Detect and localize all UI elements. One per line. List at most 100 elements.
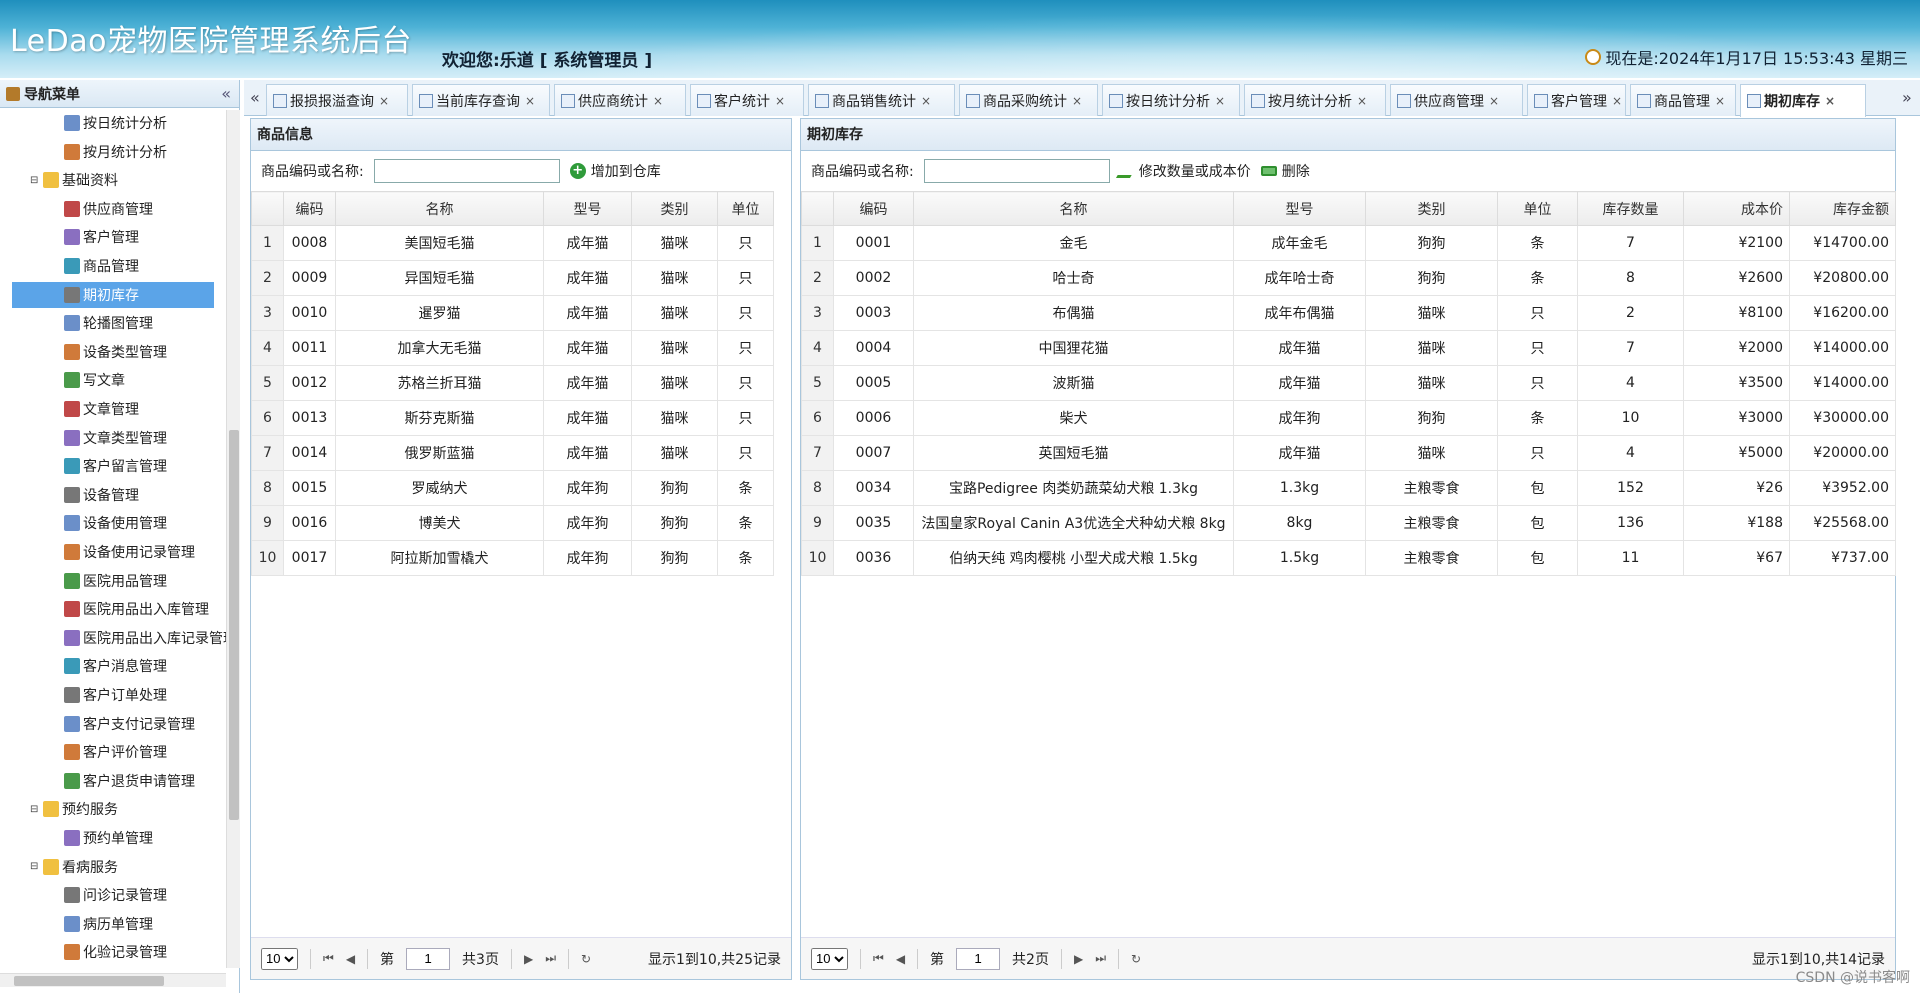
table-row[interactable]: 6 0006 柴犬 成年狗 狗狗条 10 ¥3000 ¥30000.00 bbox=[801, 400, 1896, 436]
sidebar-item[interactable]: 文章类型管理 bbox=[12, 425, 167, 451]
tab[interactable]: 供应商统计 × bbox=[554, 84, 686, 116]
column-header[interactable]: 库存数量 bbox=[1577, 191, 1684, 226]
sidebar-item[interactable]: 医院用品管理 bbox=[12, 568, 167, 594]
sidebar-item[interactable]: 医院用品出入库记录管理 bbox=[12, 625, 226, 651]
edit-quantity-button[interactable]: 修改数量或成本价 bbox=[1115, 161, 1251, 181]
table-row[interactable]: 4 0011 加拿大无毛猫 成年猫 猫咪只 bbox=[251, 330, 774, 366]
tab-close-icon[interactable]: × bbox=[1357, 94, 1367, 108]
table-row[interactable]: 8 0034 宝路Pedigree 肉类奶蔬菜幼犬粮 1.3kg 1.3kg 主粮零食包… bbox=[801, 470, 1896, 506]
tab[interactable]: 按月统计分析 × bbox=[1244, 84, 1386, 116]
table-row[interactable]: 9 0035 法国皇家Royal Canin A3优选全犬种幼犬粮 8kg 8kg 主粮… bbox=[801, 505, 1896, 541]
tab[interactable]: 按日统计分析 × bbox=[1102, 84, 1240, 116]
sidebar-vertical-scrollbar[interactable] bbox=[226, 110, 240, 968]
column-header[interactable]: 库存金额 bbox=[1789, 191, 1896, 226]
table-row[interactable]: 9 0016 博美犬 成年狗 狗狗条 bbox=[251, 505, 774, 541]
column-header[interactable]: 编码 bbox=[833, 191, 914, 226]
column-header[interactable]: 名称 bbox=[913, 191, 1234, 226]
stock-search-input[interactable] bbox=[923, 159, 1110, 183]
tab-close-icon[interactable]: × bbox=[525, 94, 535, 108]
refresh-icon[interactable]: ↻ bbox=[581, 952, 591, 966]
tab-close-icon[interactable]: × bbox=[1072, 94, 1082, 108]
refresh-icon[interactable]: ↻ bbox=[1131, 952, 1141, 966]
column-header[interactable]: 型号 bbox=[543, 191, 632, 226]
sidebar-item[interactable]: 客户消息管理 bbox=[12, 653, 167, 679]
prev-page-icon[interactable]: ◀ bbox=[346, 952, 355, 966]
column-header[interactable]: 单位 bbox=[717, 191, 774, 226]
table-row[interactable]: 5 0012 苏格兰折耳猫 成年猫 猫咪只 bbox=[251, 365, 774, 401]
table-row[interactable]: 2 0009 异国短毛猫 成年猫 猫咪只 bbox=[251, 260, 774, 296]
table-row[interactable]: 10 0036 伯纳天纯 鸡肉樱桃 小型犬成犬粮 1.5kg 1.5kg 主粮零食包 11… bbox=[801, 540, 1896, 576]
page-size-select[interactable]: 10 bbox=[811, 947, 848, 970]
sidebar-item[interactable]: 客户支付记录管理 bbox=[12, 711, 195, 737]
column-header[interactable]: 名称 bbox=[335, 191, 544, 226]
column-header[interactable]: 类别 bbox=[1365, 191, 1498, 226]
tab-close-icon[interactable]: × bbox=[379, 94, 389, 108]
sidebar-item[interactable]: 病历单管理 bbox=[12, 911, 153, 937]
add-to-warehouse-button[interactable]: + 增加到仓库 bbox=[569, 161, 661, 181]
tab-close-icon[interactable]: × bbox=[1489, 94, 1499, 108]
tab[interactable]: 商品管理 × bbox=[1630, 84, 1736, 116]
sidebar-item[interactable]: 写文章 bbox=[12, 367, 125, 393]
sidebar-item[interactable]: 问诊记录管理 bbox=[12, 882, 167, 908]
page-number-input[interactable] bbox=[956, 947, 1001, 970]
sidebar-item[interactable]: 文章管理 bbox=[12, 396, 139, 422]
sidebar-item[interactable]: 期初库存 bbox=[12, 281, 214, 308]
last-page-icon[interactable]: ⏭ bbox=[1095, 951, 1106, 966]
sidebar-item[interactable]: ⊟ 看病服务 bbox=[30, 854, 118, 880]
sidebar-item[interactable]: 客户管理 bbox=[12, 224, 139, 250]
table-row[interactable]: 1 0008 美国短毛猫 成年猫 猫咪只 bbox=[251, 225, 774, 261]
table-row[interactable]: 2 0002 哈士奇 成年哈士奇 狗狗条 8 ¥2600 ¥20800.00 bbox=[801, 260, 1896, 296]
column-header[interactable]: 编码 bbox=[283, 191, 336, 226]
prev-page-icon[interactable]: ◀ bbox=[896, 952, 905, 966]
page-number-input[interactable] bbox=[406, 947, 451, 970]
sidebar-item[interactable]: 客户评价管理 bbox=[12, 739, 167, 765]
collapse-sidebar-icon[interactable]: « bbox=[221, 84, 231, 103]
sidebar-item[interactable]: 化验记录管理 bbox=[12, 939, 167, 965]
column-header[interactable]: 型号 bbox=[1233, 191, 1366, 226]
tab[interactable]: 客户管理 × bbox=[1527, 84, 1626, 116]
delete-button[interactable]: 删除 bbox=[1260, 161, 1310, 181]
sidebar-item[interactable]: 预约单管理 bbox=[12, 825, 153, 851]
sidebar-item[interactable]: 按日统计分析 bbox=[12, 110, 167, 136]
tab-close-icon[interactable]: × bbox=[1825, 94, 1835, 108]
sidebar-item[interactable]: ⊟ 预约服务 bbox=[30, 796, 118, 822]
sidebar-item[interactable]: 商品管理 bbox=[12, 253, 139, 279]
sidebar-item[interactable]: 供应商管理 bbox=[12, 196, 153, 222]
table-row[interactable]: 8 0015 罗威纳犬 成年狗 狗狗条 bbox=[251, 470, 774, 506]
next-page-icon[interactable]: ▶ bbox=[524, 952, 533, 966]
sidebar-item[interactable]: 按月统计分析 bbox=[12, 139, 167, 165]
table-row[interactable]: 7 0014 俄罗斯蓝猫 成年猫 猫咪只 bbox=[251, 435, 774, 471]
table-row[interactable]: 3 0010 暹罗猫 成年猫 猫咪只 bbox=[251, 295, 774, 331]
tab-close-icon[interactable]: × bbox=[775, 94, 785, 108]
sidebar-item[interactable]: 设备类型管理 bbox=[12, 339, 167, 365]
tree-toggle-icon[interactable]: ⊟ bbox=[30, 175, 40, 186]
sidebar-item[interactable]: ⊟ 基础资料 bbox=[30, 167, 118, 193]
tab[interactable]: 商品采购统计 × bbox=[959, 84, 1098, 116]
sidebar-item[interactable]: 医院用品出入库管理 bbox=[12, 596, 209, 622]
first-page-icon[interactable]: ⏮ bbox=[873, 951, 884, 966]
last-page-icon[interactable]: ⏭ bbox=[545, 951, 556, 966]
column-header[interactable]: 类别 bbox=[631, 191, 718, 226]
page-size-select[interactable]: 10 bbox=[261, 947, 298, 970]
tab[interactable]: 期初库存 × bbox=[1740, 84, 1866, 117]
sidebar-item[interactable]: 设备管理 bbox=[12, 482, 139, 508]
tab-close-icon[interactable]: × bbox=[1612, 94, 1622, 108]
table-row[interactable]: 6 0013 斯芬克斯猫 成年猫 猫咪只 bbox=[251, 400, 774, 436]
tab[interactable]: 当前库存查询 × bbox=[412, 84, 550, 116]
scrollbar-thumb[interactable] bbox=[14, 976, 164, 986]
table-row[interactable]: 7 0007 英国短毛猫 成年猫 猫咪只 4 ¥5000 ¥20000.00 bbox=[801, 435, 1896, 471]
sidebar-item[interactable]: 轮播图管理 bbox=[12, 310, 153, 336]
tab-scroll-left-icon[interactable]: « bbox=[250, 88, 260, 107]
tab-close-icon[interactable]: × bbox=[1215, 94, 1225, 108]
first-page-icon[interactable]: ⏮ bbox=[323, 951, 334, 966]
product-search-input[interactable] bbox=[373, 159, 560, 183]
tab-close-icon[interactable]: × bbox=[921, 94, 931, 108]
table-row[interactable]: 1 0001 金毛 成年金毛 狗狗条 7 ¥2100 ¥14700.00 bbox=[801, 225, 1896, 261]
tab-close-icon[interactable]: × bbox=[653, 94, 663, 108]
tab[interactable]: 供应商管理 × bbox=[1390, 84, 1523, 116]
table-row[interactable]: 3 0003 布偶猫 成年布偶猫 猫咪只 2 ¥8100 ¥16200.00 bbox=[801, 295, 1896, 331]
column-header[interactable]: 成本价 bbox=[1683, 191, 1790, 226]
tree-toggle-icon[interactable]: ⊟ bbox=[30, 804, 40, 815]
table-row[interactable]: 10 0017 阿拉斯加雪橇犬 成年狗 狗狗条 bbox=[251, 540, 774, 576]
sidebar-item[interactable]: 客户退货申请管理 bbox=[12, 768, 195, 794]
